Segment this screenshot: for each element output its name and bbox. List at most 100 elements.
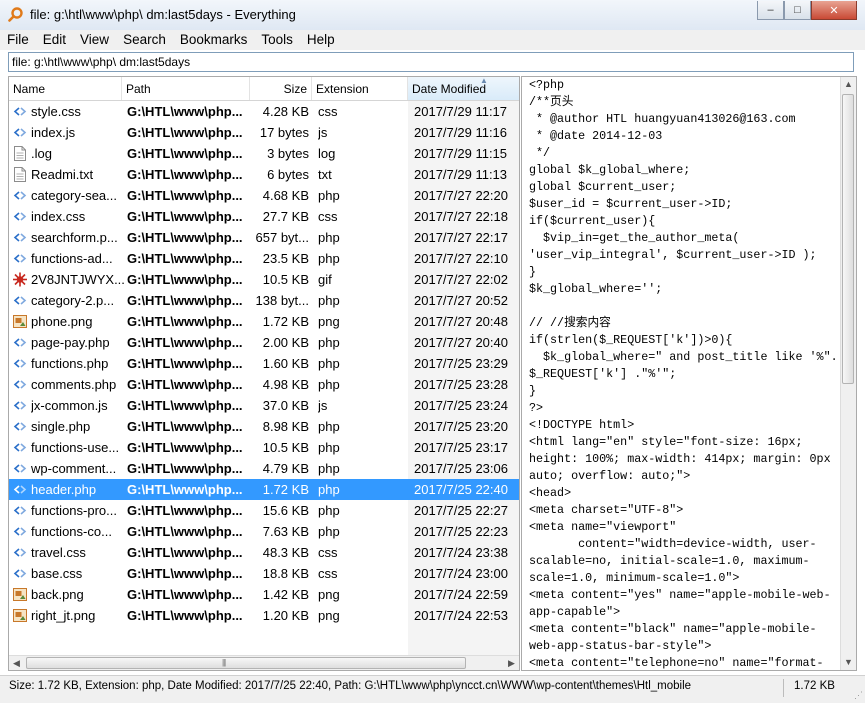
file-path: G:\HTL\www\php...	[127, 419, 243, 434]
file-row[interactable]: single.php G:\HTL\www\php... 8.98 KB php 201…	[9, 416, 519, 437]
file-row[interactable]: searchform.p... G:\HTL\www\php... 657 byt.…	[9, 227, 519, 248]
scroll-down-icon[interactable]: ▼	[841, 655, 856, 670]
scroll-left-icon[interactable]: ◀	[9, 656, 24, 670]
file-date-modified: 2017/7/24 22:59	[414, 587, 508, 602]
menu-help[interactable]: Help	[300, 30, 342, 50]
file-row[interactable]: index.js G:\HTL\www\php... 17 bytes js 2017/…	[9, 122, 519, 143]
file-row[interactable]: functions-use... G:\HTL\www\php... 10.5 KB…	[9, 437, 519, 458]
column-path[interactable]: Path	[122, 77, 250, 100]
code-file-icon	[13, 461, 27, 476]
code-file-icon	[13, 440, 27, 455]
file-path: G:\HTL\www\php...	[127, 125, 243, 140]
file-row[interactable]: category-2.p... G:\HTL\www\php... 138 byt.…	[9, 290, 519, 311]
code-file-icon	[13, 209, 27, 224]
file-size: 18.8 KB	[262, 566, 309, 581]
file-row[interactable]: right_jt.png G:\HTL\www\php... 1.20 KB png 2…	[9, 605, 519, 626]
file-path: G:\HTL\www\php...	[127, 230, 243, 245]
search-box	[8, 52, 854, 72]
file-size: 27.7 KB	[262, 209, 309, 224]
code-file-icon	[13, 419, 27, 434]
column-header: Name Path Size Extension Date Modified ▲	[9, 77, 519, 101]
column-extension[interactable]: Extension	[312, 77, 408, 100]
file-row[interactable]: wp-comment... G:\HTL\www\php... 4.79 KB php…	[9, 458, 519, 479]
code-file-icon	[13, 230, 27, 245]
file-row[interactable]: index.css G:\HTL\www\php... 27.7 KB css 2017…	[9, 206, 519, 227]
file-row[interactable]: header.php G:\HTL\www\php... 1.72 KB php 201…	[9, 479, 519, 500]
file-row[interactable]: functions-co... G:\HTL\www\php... 7.63 KB p…	[9, 521, 519, 542]
file-row[interactable]: style.css G:\HTL\www\php... 4.28 KB css 2017…	[9, 101, 519, 122]
scroll-up-icon[interactable]: ▲	[841, 77, 856, 92]
file-row[interactable]: .log G:\HTL\www\php... 3 bytes log 2017/7/29…	[9, 143, 519, 164]
file-path: G:\HTL\www\php...	[127, 398, 243, 413]
close-button[interactable]: ✕	[811, 1, 857, 20]
minimize-button[interactable]: ‒	[757, 1, 784, 20]
file-row[interactable]: Readmi.txt G:\HTL\www\php... 6 bytes txt 201…	[9, 164, 519, 185]
menu-bookmarks[interactable]: Bookmarks	[173, 30, 255, 50]
vertical-scroll-thumb[interactable]	[842, 94, 854, 384]
column-size[interactable]: Size	[250, 77, 312, 100]
search-input[interactable]	[9, 53, 853, 71]
maximize-icon: □	[794, 4, 801, 16]
scroll-right-icon[interactable]: ▶	[504, 656, 519, 670]
file-name: functions-co...	[31, 524, 112, 539]
file-row[interactable]: page-pay.php G:\HTL\www\php... 2.00 KB php 2…	[9, 332, 519, 353]
file-extension: php	[318, 524, 340, 539]
file-extension: php	[318, 482, 340, 497]
code-line: <head>	[529, 486, 572, 500]
file-row[interactable]: 2V8JNTJWYX... G:\HTL\www\php... 10.5 KB gif…	[9, 269, 519, 290]
code-line: <meta name="viewport"	[529, 520, 677, 534]
file-date-modified: 2017/7/29 11:17	[414, 104, 508, 119]
file-date-modified: 2017/7/29 11:15	[414, 146, 508, 161]
file-row[interactable]: travel.css G:\HTL\www\php... 48.3 KB css 201…	[9, 542, 519, 563]
code-file-icon	[13, 188, 27, 203]
code-line: $k_global_where='';	[529, 282, 663, 296]
column-name[interactable]: Name	[9, 77, 122, 100]
horizontal-scrollbar[interactable]: ◀ ||| ▶	[9, 655, 519, 670]
file-date-modified: 2017/7/25 23:17	[414, 440, 508, 455]
code-file-icon	[13, 566, 27, 581]
resize-grip-icon[interactable]: ⋰	[854, 690, 863, 701]
file-row[interactable]: base.css G:\HTL\www\php... 18.8 KB css 2017/…	[9, 563, 519, 584]
menu-tools[interactable]: Tools	[254, 30, 300, 50]
menu-view[interactable]: View	[73, 30, 116, 50]
file-row[interactable]: back.png G:\HTL\www\php... 1.42 KB png 2017/…	[9, 584, 519, 605]
vertical-scrollbar[interactable]: ▲ ▼	[840, 77, 856, 670]
file-row[interactable]: functions-ad... G:\HTL\www\php... 23.5 KB p…	[9, 248, 519, 269]
file-extension: png	[318, 608, 340, 623]
file-size: 4.68 KB	[262, 188, 309, 203]
file-row[interactable]: functions-pro... G:\HTL\www\php... 15.6 KB…	[9, 500, 519, 521]
file-row[interactable]: jx-common.js G:\HTL\www\php... 37.0 KB js 20…	[9, 395, 519, 416]
column-date-modified[interactable]: Date Modified ▲	[408, 77, 519, 100]
horizontal-scroll-thumb[interactable]	[26, 657, 466, 669]
file-row[interactable]: functions.php G:\HTL\www\php... 1.60 KB php…	[9, 353, 519, 374]
file-name: functions-use...	[31, 440, 120, 455]
file-size: 23.5 KB	[262, 251, 309, 266]
code-line: <meta content="telephone=no" name="forma…	[529, 656, 824, 670]
code-line: scalable=no, initial-scale=1.0, maximum-	[529, 554, 810, 568]
file-row[interactable]: comments.php G:\HTL\www\php... 4.98 KB php 2…	[9, 374, 519, 395]
code-line: }	[529, 265, 537, 279]
file-extension: css	[318, 545, 338, 560]
file-row[interactable]: category-sea... G:\HTL\www\php... 4.68 KB p…	[9, 185, 519, 206]
file-name: functions-pro...	[31, 503, 117, 518]
file-date-modified: 2017/7/27 22:20	[414, 188, 508, 203]
file-row[interactable]: phone.png G:\HTL\www\php... 1.72 KB png 2017…	[9, 311, 519, 332]
file-path: G:\HTL\www\php...	[127, 293, 243, 308]
status-divider	[783, 679, 784, 697]
file-date-modified: 2017/7/27 20:48	[414, 314, 508, 329]
code-line: /**页头	[529, 95, 574, 109]
menu-edit[interactable]: Edit	[36, 30, 73, 50]
preview-pane: <?php /**页头 * @author HTL huangyuan413026…	[521, 76, 857, 671]
menu-file[interactable]: File	[0, 30, 36, 50]
code-line: scale=1.0, minimum-scale=1.0">	[529, 571, 740, 585]
file-name: comments.php	[31, 377, 117, 392]
file-date-modified: 2017/7/25 22:23	[414, 524, 508, 539]
maximize-button[interactable]: □	[784, 1, 811, 20]
file-date-modified: 2017/7/25 23:06	[414, 461, 508, 476]
file-extension: log	[318, 146, 336, 161]
file-name: index.js	[31, 125, 76, 140]
file-date-modified: 2017/7/24 22:53	[414, 608, 508, 623]
menu-search[interactable]: Search	[116, 30, 173, 50]
image-file-icon	[13, 314, 27, 329]
